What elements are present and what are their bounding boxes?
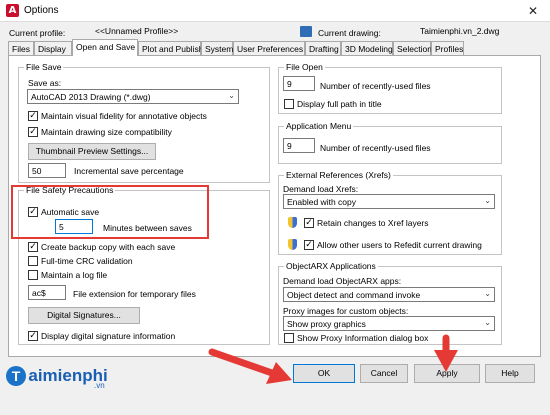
arrow-to-apply xyxy=(434,334,458,372)
annotation-arrows xyxy=(208,334,458,384)
arrow-to-ok xyxy=(208,348,292,384)
tab-open-and-save[interactable]: Open and Save xyxy=(72,39,138,56)
